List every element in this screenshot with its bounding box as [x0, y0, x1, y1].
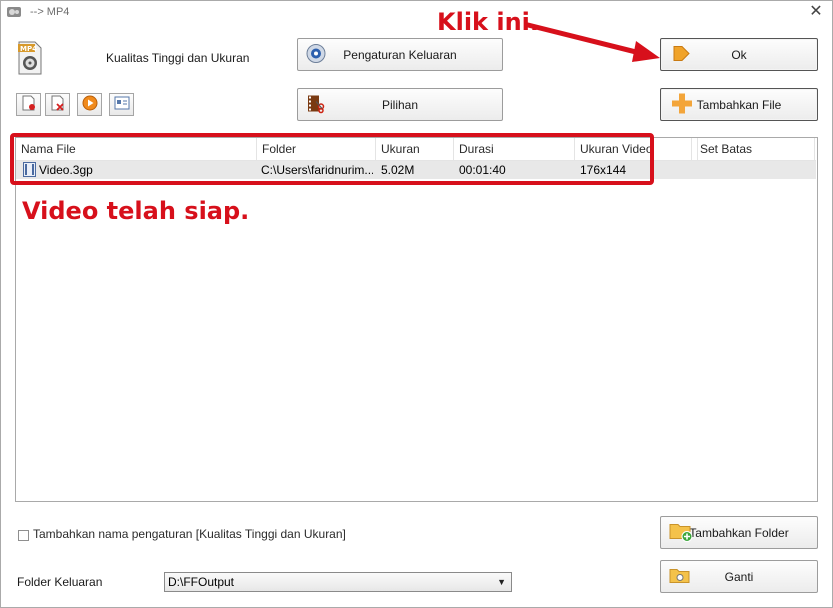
remove-file-button[interactable]	[16, 93, 41, 116]
options-button[interactable]: Pilihan	[297, 88, 503, 121]
annotation-video-ready: Video telah siap.	[22, 197, 250, 225]
file-remove-icon	[22, 95, 36, 114]
output-folder-select[interactable]: D:\FFOutput ▼	[164, 572, 512, 592]
row-limit	[700, 161, 812, 179]
add-file-button[interactable]: Tambahkan File	[660, 88, 818, 121]
play-button[interactable]	[77, 93, 102, 116]
annotation-arrow	[526, 22, 660, 62]
app-icon	[6, 5, 22, 19]
change-folder-label: Ganti	[724, 569, 754, 584]
settings-disc-icon	[306, 43, 326, 66]
append-setting-name-label: Tambahkan nama pengaturan [Kualitas Ting…	[33, 527, 346, 541]
output-folder-value: D:\FFOutput	[168, 575, 235, 589]
close-icon[interactable]: ✕	[806, 2, 826, 22]
column-header-limit[interactable]: Set Batas	[695, 138, 815, 160]
media-info-button[interactable]	[109, 93, 134, 116]
svg-text:MP4: MP4	[20, 45, 37, 53]
play-icon	[82, 95, 98, 114]
change-folder-button[interactable]: Ganti	[660, 560, 818, 593]
plus-icon	[671, 92, 693, 117]
folder-add-icon	[669, 520, 693, 545]
clear-list-button[interactable]	[45, 93, 70, 116]
highlight-box	[10, 133, 654, 185]
folder-open-icon	[669, 566, 691, 587]
chevron-down-icon: ▼	[497, 577, 506, 587]
annotation-click-here: Klik ini.	[437, 8, 540, 36]
output-folder-label: Folder Keluaran	[17, 575, 103, 589]
ok-arrow-icon	[671, 43, 691, 66]
append-setting-name-checkbox[interactable]	[18, 530, 29, 541]
film-scissors-icon	[306, 93, 326, 116]
file-list[interactable]: Nama File Folder Ukuran Durasi Ukuran Vi…	[15, 137, 818, 502]
add-folder-label: Tambahkan Folder	[689, 525, 789, 540]
ok-button[interactable]: Ok	[660, 38, 818, 71]
info-card-icon	[114, 96, 130, 113]
add-folder-button[interactable]: Tambahkan Folder	[660, 516, 818, 549]
options-label: Pilihan	[381, 97, 419, 112]
profile-label: Kualitas Tinggi dan Ukuran	[106, 51, 250, 65]
output-settings-button[interactable]: Pengaturan Keluaran	[297, 38, 503, 71]
window-title: --> MP4	[30, 6, 70, 18]
mp4-file-icon: MP4	[17, 41, 43, 75]
ok-label: Ok	[731, 47, 747, 62]
file-delete-icon	[51, 95, 65, 114]
add-file-label: Tambahkan File	[696, 97, 782, 112]
output-settings-label: Pengaturan Keluaran	[343, 47, 457, 62]
